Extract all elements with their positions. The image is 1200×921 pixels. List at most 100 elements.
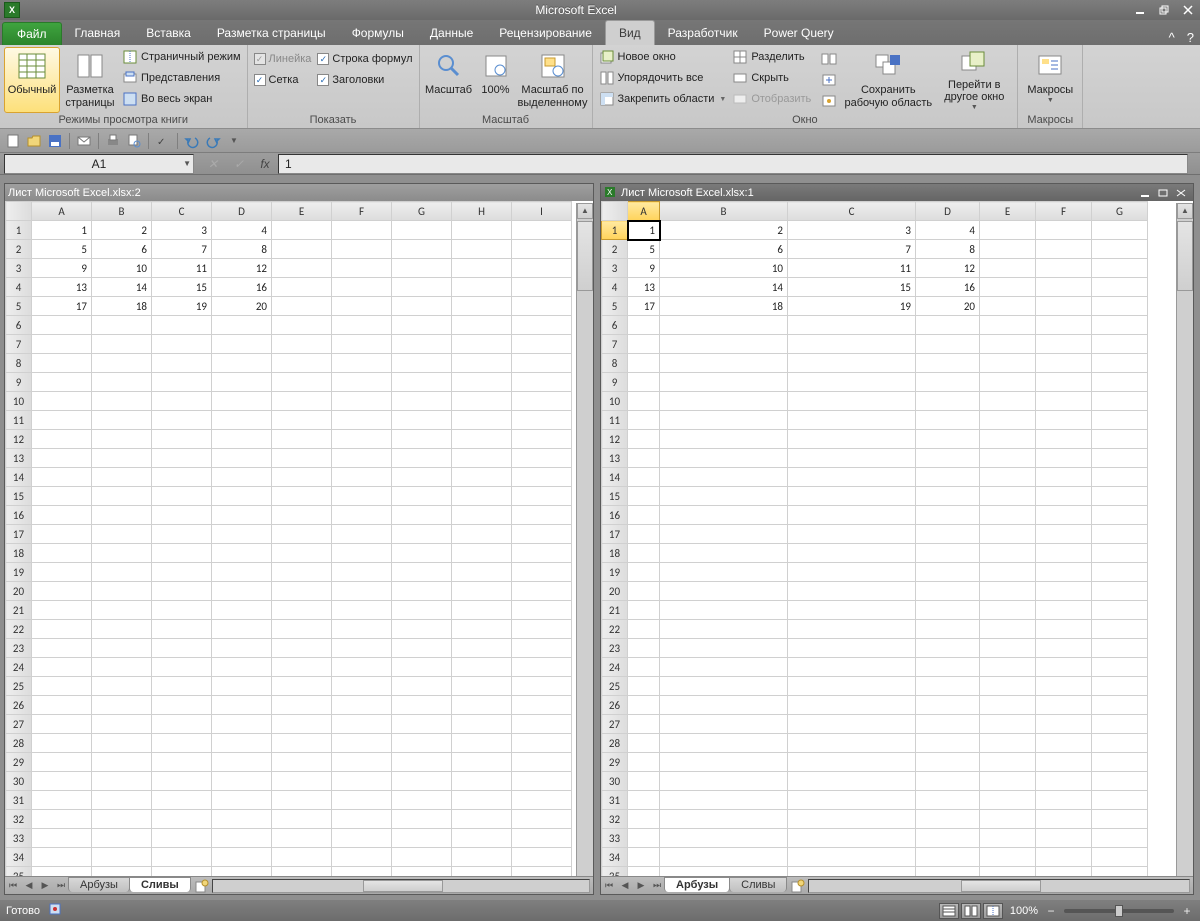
tab-nav-next-icon[interactable]: ▶ [633, 878, 649, 894]
cell[interactable] [332, 316, 392, 335]
row-header[interactable]: 7 [6, 335, 32, 354]
cell[interactable] [1092, 563, 1148, 582]
cell[interactable] [788, 810, 916, 829]
column-header[interactable]: A [628, 202, 660, 221]
cell[interactable] [1036, 620, 1092, 639]
win-minimize-button[interactable] [1136, 186, 1154, 200]
cell[interactable] [92, 468, 152, 487]
cell[interactable] [512, 810, 572, 829]
cell[interactable] [512, 487, 572, 506]
cell[interactable] [788, 354, 916, 373]
cell[interactable] [916, 829, 980, 848]
cell[interactable]: 3 [788, 221, 916, 240]
cell[interactable] [512, 639, 572, 658]
cell[interactable] [1092, 392, 1148, 411]
cell[interactable] [92, 316, 152, 335]
cell[interactable] [788, 658, 916, 677]
cell[interactable] [1092, 810, 1148, 829]
cell[interactable] [92, 449, 152, 468]
cell[interactable] [788, 449, 916, 468]
cell[interactable] [660, 791, 788, 810]
cell[interactable] [628, 354, 660, 373]
cell[interactable] [916, 848, 980, 867]
column-header[interactable]: C [152, 202, 212, 221]
cell[interactable] [272, 373, 332, 392]
cell[interactable] [452, 487, 512, 506]
tab-insert[interactable]: Вставка [133, 21, 204, 45]
cell[interactable] [512, 544, 572, 563]
cell[interactable] [92, 829, 152, 848]
cell[interactable] [452, 468, 512, 487]
cell[interactable] [980, 620, 1036, 639]
cell[interactable] [332, 753, 392, 772]
row-header[interactable]: 17 [602, 525, 628, 544]
cell[interactable] [1036, 411, 1092, 430]
cell[interactable] [628, 715, 660, 734]
cell[interactable] [272, 810, 332, 829]
cell[interactable] [660, 411, 788, 430]
cell[interactable]: 19 [152, 297, 212, 316]
cell[interactable] [452, 221, 512, 240]
cell[interactable] [32, 468, 92, 487]
cell[interactable] [272, 658, 332, 677]
page-break-preview-button[interactable]: Страничный режим [120, 47, 243, 67]
qat-spell-icon[interactable]: ✓ [154, 132, 172, 150]
cell[interactable]: 10 [92, 259, 152, 278]
cell[interactable] [916, 601, 980, 620]
cell[interactable] [332, 506, 392, 525]
cell[interactable] [452, 259, 512, 278]
cell[interactable] [916, 563, 980, 582]
cell[interactable] [1092, 601, 1148, 620]
cell[interactable] [788, 468, 916, 487]
cell[interactable] [1036, 354, 1092, 373]
cell[interactable] [152, 791, 212, 810]
cell[interactable] [1092, 487, 1148, 506]
row-header[interactable]: 12 [602, 430, 628, 449]
cell[interactable] [1092, 772, 1148, 791]
cell[interactable] [332, 867, 392, 877]
cell[interactable]: 11 [152, 259, 212, 278]
tab-nav-first-icon[interactable]: ⏮ [601, 878, 617, 894]
cell[interactable] [512, 772, 572, 791]
cell[interactable] [272, 620, 332, 639]
row-header[interactable]: 7 [602, 335, 628, 354]
cell[interactable] [788, 392, 916, 411]
cell[interactable] [980, 430, 1036, 449]
cell[interactable] [1036, 316, 1092, 335]
cell[interactable] [392, 316, 452, 335]
cell[interactable] [272, 221, 332, 240]
cell[interactable] [788, 620, 916, 639]
cell[interactable] [512, 297, 572, 316]
qat-open-icon[interactable] [25, 132, 43, 150]
cell[interactable] [452, 297, 512, 316]
cell[interactable] [452, 449, 512, 468]
cell[interactable] [916, 392, 980, 411]
cell[interactable] [980, 525, 1036, 544]
row-header[interactable]: 16 [602, 506, 628, 525]
cell[interactable] [628, 506, 660, 525]
column-header[interactable]: F [332, 202, 392, 221]
cell[interactable] [332, 297, 392, 316]
cell[interactable]: 12 [916, 259, 980, 278]
cell[interactable] [628, 848, 660, 867]
tab-nav-first-icon[interactable]: ⏮ [5, 878, 21, 894]
qat-print-icon[interactable] [104, 132, 122, 150]
cell[interactable] [32, 848, 92, 867]
cell[interactable] [1036, 297, 1092, 316]
column-header[interactable]: E [980, 202, 1036, 221]
cell[interactable] [272, 734, 332, 753]
cell[interactable] [92, 601, 152, 620]
save-workspace-button[interactable]: Сохранить рабочую область [843, 47, 933, 113]
cell[interactable] [212, 620, 272, 639]
cell[interactable] [660, 468, 788, 487]
cell[interactable] [1092, 278, 1148, 297]
cell[interactable] [272, 430, 332, 449]
cell[interactable] [332, 354, 392, 373]
row-header[interactable]: 15 [6, 487, 32, 506]
cell[interactable] [32, 734, 92, 753]
row-header[interactable]: 4 [602, 278, 628, 297]
cell[interactable] [788, 867, 916, 877]
cell[interactable] [628, 582, 660, 601]
cell[interactable]: 15 [788, 278, 916, 297]
cell[interactable] [272, 544, 332, 563]
